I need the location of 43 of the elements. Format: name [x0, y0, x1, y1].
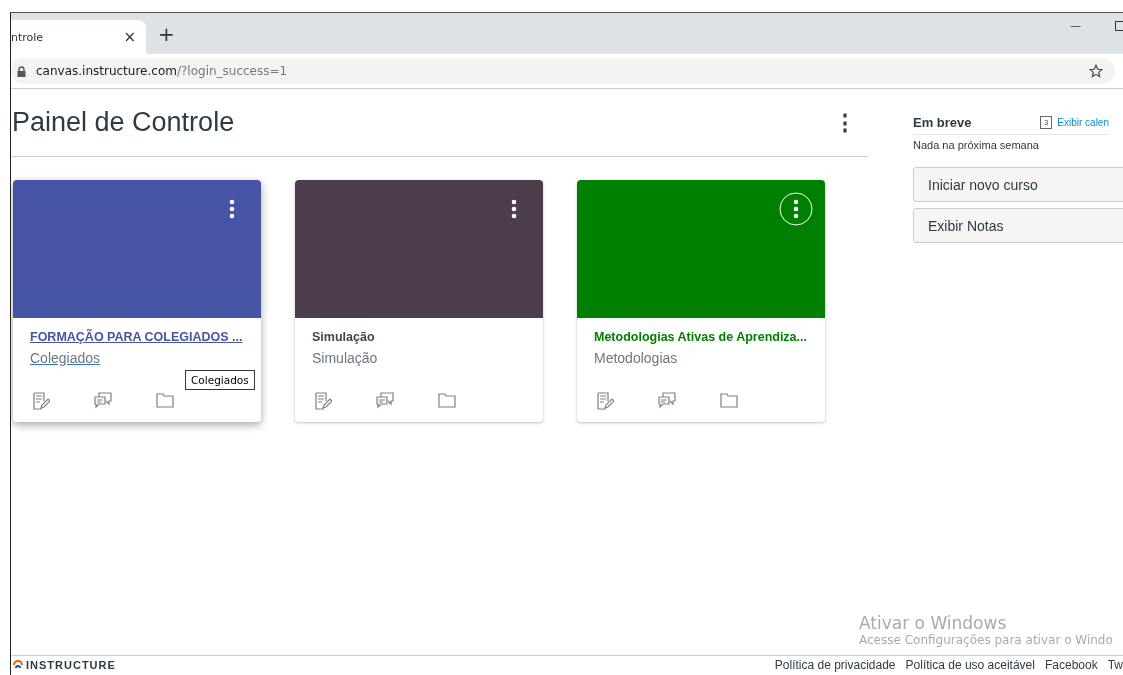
activation-notice-text: Acesse Configurações para ativar o Windo [859, 633, 1113, 647]
new-tab-button[interactable]: + [158, 22, 175, 46]
minimize-button[interactable]: — [1070, 19, 1081, 32]
folder-icon[interactable] [156, 392, 174, 408]
course-title-link[interactable]: Simulação [312, 330, 526, 344]
instructure-logo: INSTRUCTURE [26, 659, 116, 671]
discussion-icon[interactable] [658, 392, 676, 410]
folder-icon[interactable] [438, 392, 456, 408]
folder-icon[interactable] [720, 392, 738, 408]
maximize-icon[interactable] [1115, 21, 1123, 31]
close-tab-button[interactable]: × [123, 28, 136, 46]
activation-notice-title: Ativar o Windows [859, 613, 1008, 633]
sidebar-button[interactable]: Iniciar novo curso [913, 167, 1123, 202]
footer-link[interactable]: Política de privacidade [774, 658, 896, 672]
bookmark-star-icon[interactable] [1089, 64, 1103, 78]
lock-icon [17, 65, 26, 77]
dashboard-options-button[interactable]: ⋮ [834, 109, 856, 136]
view-calendar-text: Exibir calen [1057, 117, 1109, 128]
page-title: Painel de Controle [11, 107, 235, 138]
footer-link[interactable]: Política de uso aceitável [905, 658, 1035, 672]
discussion-icon[interactable] [94, 392, 112, 410]
footer-link[interactable]: Tw [1107, 658, 1123, 672]
course-card[interactable]: Metodologias Ativas de Aprendiza... Metodologias [577, 180, 825, 422]
course-card[interactable]: Simulação Simulação [295, 180, 543, 422]
address-bar[interactable]: canvas.instructure.com/?login_success=1 [11, 58, 1115, 84]
assignment-icon[interactable] [32, 392, 50, 410]
tooltip: Colegiados [185, 370, 255, 390]
course-code-link[interactable]: Colegiados [30, 350, 244, 366]
course-card[interactable]: FORMAÇÃO PARA COLEGIADOS ... Colegiados Colegiados [13, 180, 261, 422]
course-code-link[interactable]: Simulação [312, 350, 526, 366]
discussion-icon[interactable] [376, 392, 394, 410]
footer-link[interactable]: Facebook [1044, 658, 1098, 672]
assignment-icon[interactable] [314, 392, 332, 410]
assignment-icon[interactable] [596, 392, 614, 410]
sidebar-button[interactable]: Exibir Notas [913, 208, 1123, 243]
more-options-icon[interactable] [779, 192, 813, 226]
coming-up-heading: Em breve [913, 115, 972, 130]
course-code-link[interactable]: Metodologias [594, 350, 808, 366]
browser-tab[interactable]: ntrole × [11, 20, 146, 54]
instructure-logo-icon [13, 660, 23, 670]
course-title-link[interactable]: Metodologias Ativas de Aprendiza... [594, 330, 808, 344]
empty-message: Nada na próxima semana [913, 139, 1040, 151]
course-title-link[interactable]: FORMAÇÃO PARA COLEGIADOS ... [30, 330, 244, 344]
